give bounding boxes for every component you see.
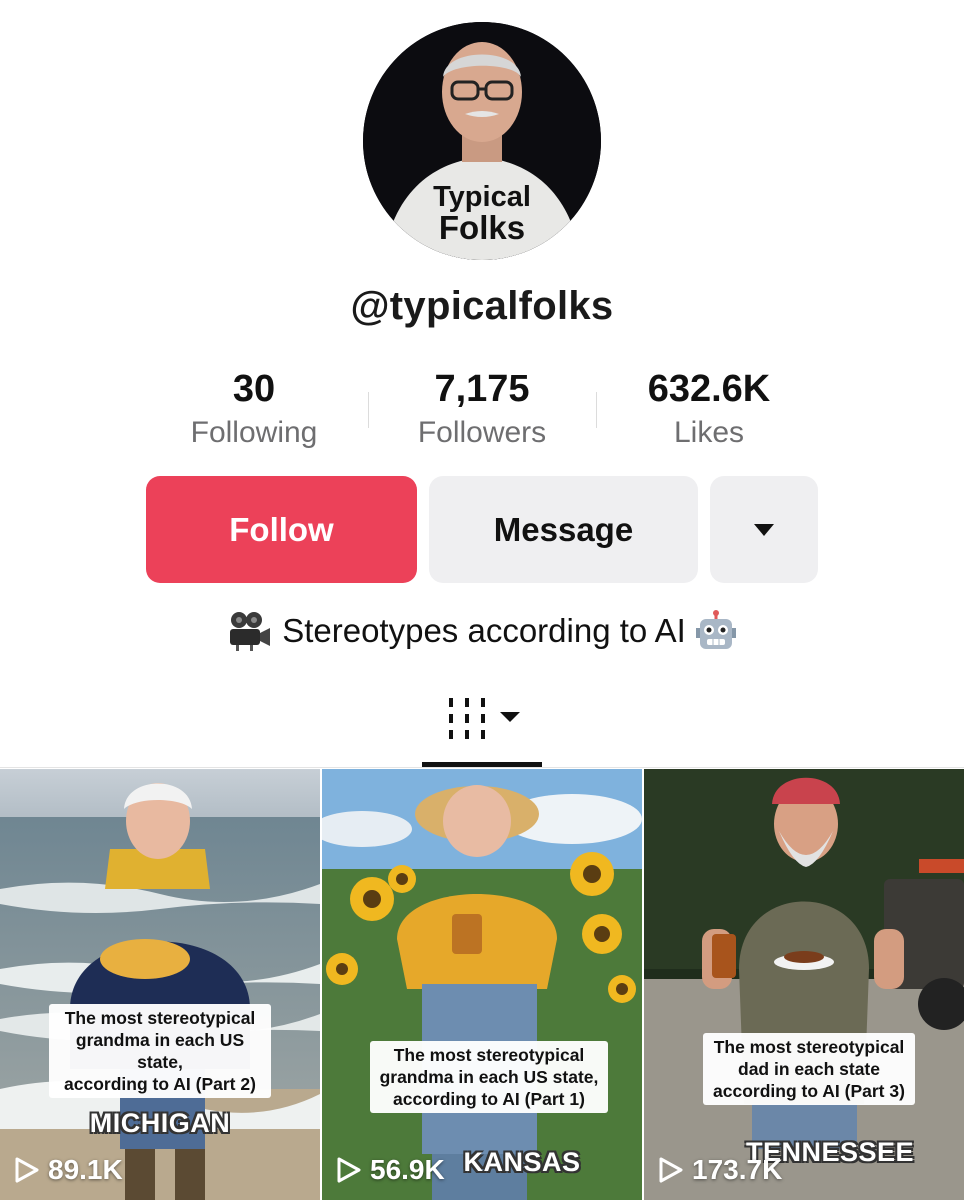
profile-avatar[interactable]: Typical Folks	[363, 22, 601, 260]
likes-label: Likes	[673, 416, 745, 449]
stat-following[interactable]: 30 Following	[144, 366, 364, 450]
stat-followers[interactable]: 7,175 Followers	[372, 366, 592, 450]
tab-caret-down-icon	[500, 712, 520, 722]
play-icon	[337, 1157, 361, 1183]
svg-text:Folks: Folks	[439, 209, 525, 246]
avatar-image: Typical Folks	[363, 22, 601, 260]
followers-count: 7,175	[434, 368, 530, 410]
movie-camera-icon	[230, 612, 271, 651]
more-options-button[interactable]	[710, 476, 818, 583]
video-state-label: MICHIGAN	[89, 1108, 231, 1138]
username: @typicalfolks	[350, 284, 614, 328]
robot-face-icon	[695, 610, 736, 649]
message-button[interactable]: Message	[429, 476, 698, 583]
stat-divider	[596, 392, 597, 428]
video-views: 89.1K	[14, 1154, 123, 1186]
video-tile[interactable]: The most stereotypical grandma in each U…	[0, 769, 320, 1200]
following-label: Following	[190, 416, 318, 449]
video-thumbnail	[322, 769, 642, 1200]
caret-down-icon	[754, 523, 774, 536]
video-views: 173.7K	[658, 1154, 782, 1186]
play-icon	[659, 1157, 683, 1183]
divider	[0, 767, 964, 768]
video-views: 56.9K	[336, 1154, 445, 1186]
profile-bio: Stereotypes according to AI	[0, 610, 964, 652]
grid-icon	[449, 698, 520, 739]
tab-videos-grid[interactable]	[422, 690, 542, 768]
following-count: 30	[232, 368, 276, 410]
video-caption: The most stereotypical grandma in each U…	[370, 1041, 608, 1113]
video-caption: The most stereotypical dad in each state…	[703, 1033, 915, 1105]
stat-likes[interactable]: 632.6K Likes	[599, 366, 819, 450]
follow-button[interactable]: Follow	[146, 476, 417, 583]
video-tile[interactable]: The most stereotypical dad in each state…	[644, 769, 964, 1200]
video-caption: The most stereotypical grandma in each U…	[49, 1004, 271, 1098]
likes-count: 632.6K	[647, 368, 771, 410]
video-thumbnail	[644, 769, 964, 1200]
video-tile[interactable]: The most stereotypical grandma in each U…	[322, 769, 642, 1200]
bio-text: Stereotypes according to AI	[282, 612, 686, 649]
stat-divider	[368, 392, 369, 428]
followers-label: Followers	[417, 416, 547, 449]
play-icon	[15, 1157, 39, 1183]
